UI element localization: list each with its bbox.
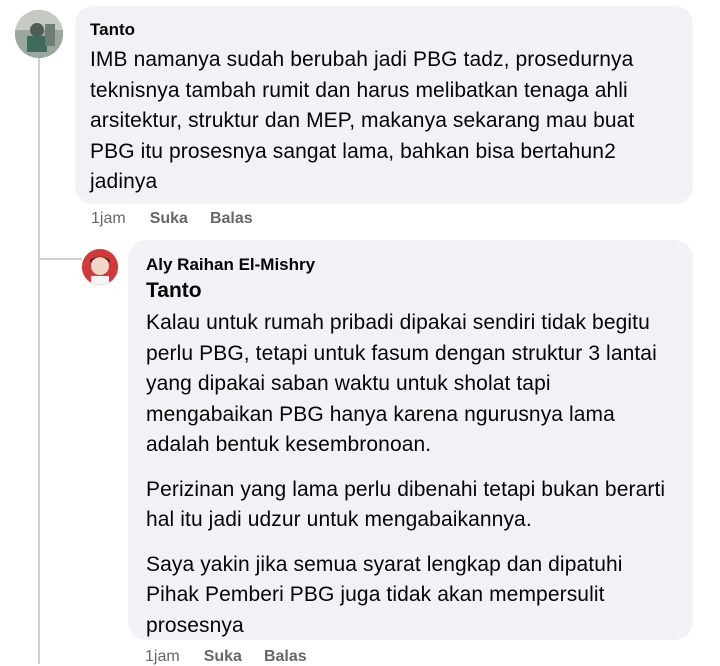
avatar[interactable] — [15, 10, 63, 58]
like-button[interactable]: Suka — [204, 648, 242, 666]
thread-line-branch — [38, 258, 82, 260]
reply-bubble: Aly Raihan El-Mishry Tanto Kalau untuk r… — [128, 240, 693, 640]
like-button[interactable]: Suka — [150, 210, 188, 228]
reply-paragraph: Perizinan yang lama perlu dibenahi tetap… — [146, 477, 666, 532]
comment-actions: 1jam Suka Balas — [91, 210, 253, 228]
comment-bubble: Tanto IMB namanya sudah berubah jadi PBG… — [75, 6, 693, 204]
comment-text: IMB namanya sudah berubah jadi PBG tadz,… — [90, 48, 635, 193]
mention-link[interactable]: Tanto — [146, 278, 683, 304]
reply-timestamp[interactable]: 1jam — [145, 648, 180, 666]
reply-actions: 1jam Suka Balas — [145, 648, 307, 666]
reply-text: Kalau untuk rumah pribadi dipakai sendir… — [146, 308, 666, 641]
comment-timestamp[interactable]: 1jam — [91, 210, 126, 228]
reply-paragraph: Kalau untuk rumah pribadi dipakai sendir… — [146, 311, 657, 456]
reply-button[interactable]: Balas — [210, 210, 253, 228]
comment-author[interactable]: Tanto — [90, 20, 683, 40]
thread-line-vertical — [38, 58, 40, 664]
reply-button[interactable]: Balas — [264, 648, 307, 666]
reply-paragraph: Saya yakin jika semua syarat lengkap dan… — [146, 552, 623, 637]
avatar[interactable] — [82, 249, 118, 285]
reply-author[interactable]: Aly Raihan El-Mishry — [146, 255, 683, 275]
